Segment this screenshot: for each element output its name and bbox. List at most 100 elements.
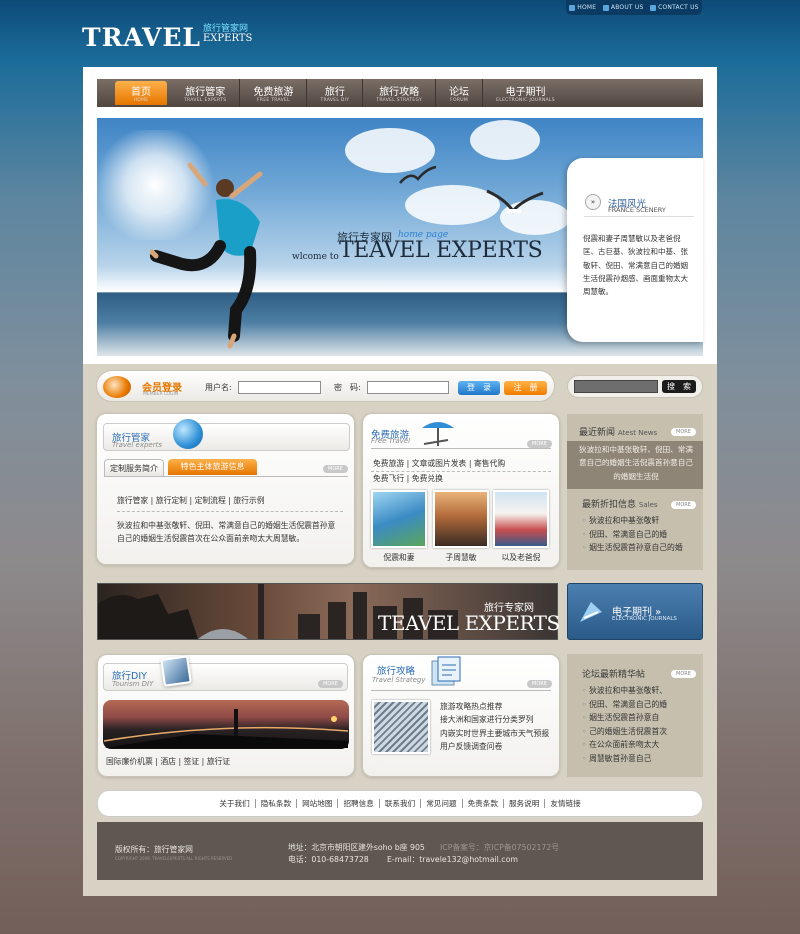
copyright-en-text: COPYRIGHT 2009, TRAVELEXPERTS.ALL RIGHTS… xyxy=(115,856,233,861)
more-button[interactable]: MORE xyxy=(671,670,696,678)
list-item[interactable]: 旅游攻略热点推荐 xyxy=(440,700,555,713)
globe-icon xyxy=(173,419,203,449)
list-item[interactable]: 倪田、常满意自己的婚 xyxy=(582,698,694,712)
banner-welcome-text: wlcome to xyxy=(292,252,339,262)
tab-service-intro[interactable]: 定制服务简介 xyxy=(104,459,164,477)
nav-label: 旅行攻略 xyxy=(379,87,420,98)
password-input[interactable] xyxy=(367,381,449,394)
link-visa[interactable]: 签证 xyxy=(184,757,200,766)
seagull-image xyxy=(486,189,544,214)
more-button[interactable]: MORE xyxy=(671,428,696,436)
nav-label: 论坛 xyxy=(449,87,470,98)
news-highlight[interactable]: 狄波拉和中基张敬轩、倪田、常满意自己的婚姻生活倪震首孙意自己的婚姻生活倪 xyxy=(578,443,694,483)
home-link[interactable]: HOME xyxy=(569,4,596,11)
photo-caption: 倪震和妻 xyxy=(383,553,415,562)
footer-link-friends[interactable]: 友情链接 xyxy=(545,799,585,808)
photo-thumbnail[interactable] xyxy=(493,490,549,548)
link-hotel[interactable]: 酒店 xyxy=(160,757,176,766)
address-text: 地址：北京市朝阳区建外soho b座 905 xyxy=(288,843,425,852)
search-button[interactable]: 搜 索 xyxy=(662,380,696,393)
list-item[interactable]: 狄波拉和中基张敬轩、 xyxy=(582,684,694,698)
list-item[interactable]: 周慧敏首孙意自己 xyxy=(582,752,694,766)
more-button[interactable]: MORE xyxy=(527,440,552,448)
search-input[interactable] xyxy=(574,380,658,393)
footer-link-disclaimer[interactable]: 免责条款 xyxy=(463,799,504,808)
experts-links: 旅行管家 | 旅行定制 | 定制流程 | 旅行示例 xyxy=(117,496,265,505)
nav-label: 免费旅游 xyxy=(253,87,294,98)
list-item[interactable]: 狄波拉和中基张敬轩 xyxy=(582,514,694,528)
link-free-exchange[interactable]: 免费兑换 xyxy=(412,474,443,483)
register-button[interactable]: 注 册 xyxy=(504,381,547,395)
phone-text: 电话：010-68473728 xyxy=(288,855,369,864)
nav-label: 首页 xyxy=(131,87,151,98)
nav-item-free-travel[interactable]: 免费旅游 FREE TRAVEL xyxy=(240,79,308,107)
footer-link-sitemap[interactable]: 网站地图 xyxy=(297,799,339,808)
seagull-image xyxy=(399,165,437,184)
link-free-flight[interactable]: 免费飞行 xyxy=(373,474,404,483)
email-text: E-mail：travele132@hotmail.com xyxy=(387,855,518,864)
photo-thumbnail[interactable] xyxy=(433,490,489,548)
divider xyxy=(117,511,343,512)
forum-title: 论坛最新精华帖 xyxy=(582,670,646,680)
more-button[interactable]: MORE xyxy=(671,501,696,509)
username-label: 用户名: xyxy=(205,383,232,392)
footer-link-jobs[interactable]: 招聘信息 xyxy=(338,799,380,808)
list-item[interactable]: 内嵌实时世界主要城市天气预报 xyxy=(440,727,555,740)
nav-item-home[interactable]: 首页 HOME xyxy=(115,81,167,105)
link-article-post[interactable]: 文章或图片发表 xyxy=(412,459,467,468)
sales-title-en: Sales xyxy=(638,501,658,509)
login-subtitle: MEMBER LOGIN xyxy=(143,392,179,397)
list-item[interactable]: 接大洲和国家进行分类罗列 xyxy=(440,713,555,726)
nav-item-travel-experts[interactable]: 旅行管家 TRAVEL EXPERTS xyxy=(171,79,241,107)
play-icon[interactable]: » xyxy=(585,194,601,210)
link-travel-custom[interactable]: 旅行定制 xyxy=(156,496,187,505)
nav-sublabel: TRAVEL DIY xyxy=(320,98,350,103)
username-input[interactable] xyxy=(238,381,321,394)
free-links-row1: 免费旅游 | 文章或图片发表 | 寄售代购 xyxy=(373,459,506,468)
link-travel-experts[interactable]: 旅行管家 xyxy=(117,496,148,505)
tab-theme-info[interactable]: 特色主体旅游信息 xyxy=(168,459,257,475)
login-button[interactable]: 登 录 xyxy=(458,381,500,395)
footer-link-contact[interactable]: 联系我们 xyxy=(380,799,422,808)
more-button[interactable]: MORE xyxy=(318,680,343,688)
nav-item-travel-diy[interactable]: 旅行 TRAVEL DIY xyxy=(307,79,364,107)
architecture-image[interactable] xyxy=(372,700,430,754)
nav-item-travel-strategy[interactable]: 旅行攻略 TRAVEL STRATEGY xyxy=(363,79,437,107)
city-banner-title: TEAVEL EXPERTS xyxy=(378,611,560,635)
footer-link-about[interactable]: 关于我们 xyxy=(214,799,256,808)
more-button[interactable]: MORE xyxy=(323,465,348,473)
list-item[interactable]: 在公众面前亲吻太大 xyxy=(582,738,694,752)
site-logo[interactable]: TRAVEL 旅行管家网 EXPERTS xyxy=(82,24,252,54)
photo-caption: 子周慧敏 xyxy=(445,553,477,562)
about-us-link[interactable]: ABOUT US xyxy=(603,4,644,11)
main-nav: 首页 HOME 旅行管家 TRAVEL EXPERTS 免费旅游 FREE TRAVE… xyxy=(97,79,703,107)
footer-link-service[interactable]: 服务说明 xyxy=(504,799,546,808)
sales-list: 狄波拉和中基张敬轩 倪田、常满意自己的婚 姻生活倪震首孙意自己的婚 xyxy=(582,514,694,555)
list-item[interactable]: 用户反馈调查问卷 xyxy=(440,740,555,753)
footer-link-faq[interactable]: 常见问题 xyxy=(421,799,463,808)
panel-subtitle: Travel experts xyxy=(112,441,162,449)
list-item[interactable]: 己的婚姻生活倪震首次 xyxy=(582,725,694,739)
experts-text: 狄波拉和中基张敬轩、倪田、常满意自己的婚姻生活倪震首孙意自己的婚姻生活倪震首次在… xyxy=(117,521,336,544)
more-button[interactable]: MORE xyxy=(527,680,552,688)
nav-item-forum[interactable]: 论坛 FORUM xyxy=(436,79,484,107)
link-travel-permit[interactable]: 旅行证 xyxy=(207,757,230,766)
top-links: HOME ABOUT US CONTACT US xyxy=(566,0,702,15)
link-free-travel[interactable]: 免费旅游 xyxy=(373,459,404,468)
photo-thumbnail[interactable] xyxy=(371,490,427,548)
link-consignment[interactable]: 寄售代购 xyxy=(474,459,505,468)
list-item[interactable]: 姻生活倪震首孙意自 xyxy=(582,711,694,725)
nav-item-journals[interactable]: 电子期刊 ELECTRONIC JOURNALS xyxy=(483,79,568,107)
strategy-list: 旅游攻略热点推荐 接大洲和国家进行分类罗列 内嵌实时世界主要城市天气预报 用户反… xyxy=(440,700,555,753)
link-custom-process[interactable]: 定制流程 xyxy=(195,496,226,505)
link-cheap-flights[interactable]: 国际廉价机票 xyxy=(106,757,153,766)
list-item[interactable]: 倪田、常满意自己的婚 xyxy=(582,528,694,542)
panel-subtitle: Free Travel xyxy=(371,437,411,445)
photos-icon xyxy=(160,655,192,687)
list-item[interactable]: 姻生活倪震首孙意自己的婚 xyxy=(582,541,694,555)
footer-link-privacy[interactable]: 隐私条款 xyxy=(256,799,298,808)
news-title-en: Atest News xyxy=(617,429,658,437)
sales-title-cn: 最新折扣信息 xyxy=(582,500,637,510)
contact-us-link[interactable]: CONTACT US xyxy=(650,4,699,11)
link-travel-examples[interactable]: 旅行示例 xyxy=(233,496,264,505)
